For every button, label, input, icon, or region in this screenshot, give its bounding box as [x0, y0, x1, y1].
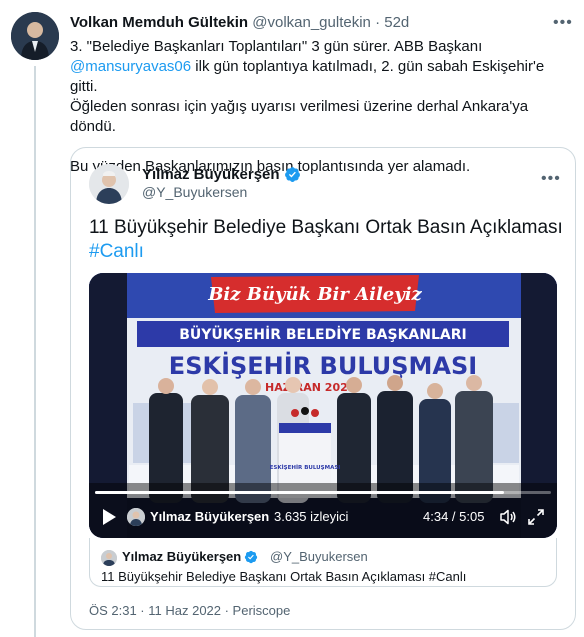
embedded-author-name[interactable]: Yılmaz Büyükerşen [122, 549, 258, 564]
video-progress-bar[interactable] [95, 491, 551, 494]
author-handle[interactable]: @volkan_gultekin [252, 14, 371, 31]
quoted-author-name[interactable]: Yılmaz Büyükerşen [142, 165, 301, 184]
more-horizontal-icon[interactable]: ••• [553, 14, 573, 32]
hashtag-link[interactable]: #Canlı [89, 241, 144, 262]
video-frame: Biz Büyük Bir Aileyiz BÜYÜKŞEHİR BELEDİY… [89, 273, 557, 538]
embedded-text: 11 Büyükşehir Belediye Başkanı Ortak Bas… [101, 569, 467, 584]
video-player[interactable]: Biz Büyük Bir Aileyiz BÜYÜKŞEHİR BELEDİY… [89, 273, 557, 538]
quoted-tweet-card[interactable]: Yılmaz Büyükerşen @Y_Buyukersen ••• 11 B… [70, 147, 576, 630]
video-time: 4:34 / 5:05 [423, 509, 485, 524]
embedded-card[interactable]: Yılmaz Büyükerşen @Y_Buyukersen 11 Büyük… [89, 538, 557, 587]
embedded-author-avatar [101, 550, 117, 566]
embedded-author-handle[interactable]: @Y_Buyukersen [270, 549, 368, 564]
more-horizontal-icon[interactable]: ••• [541, 170, 561, 188]
banner-mid-text: BÜYÜKŞEHİR BELEDİYE BAŞKANLARI [179, 325, 466, 343]
banner-date-text: HAZİRAN 2022 [265, 380, 355, 394]
podium-text: ESKİŞEHİR BULUŞMASI [270, 464, 341, 471]
author-avatar[interactable] [11, 12, 59, 60]
volume-icon[interactable] [499, 508, 517, 526]
separator-dot: · [375, 14, 381, 31]
quoted-text-body: 11 Büyükşehir Belediye Başkanı Ortak Bas… [89, 217, 563, 238]
quoted-author-name-text: Yılmaz Büyükerşen [142, 166, 280, 183]
tweet-text-line: Öğleden sonrası için yağış uyarısı veril… [70, 98, 529, 135]
separator-dot: · [261, 509, 266, 524]
mention-link[interactable]: @mansuryavas06 [70, 58, 191, 75]
video-controls: Yılmaz Büyükerşen · 3.635 izleyici 4:34 … [89, 501, 557, 535]
verified-badge-icon [245, 550, 258, 563]
video-progress-fill [95, 491, 505, 494]
thread-line [34, 66, 36, 637]
fullscreen-icon[interactable] [527, 508, 545, 526]
banner-top-text: Biz Büyük Bir Aileyiz [207, 284, 422, 305]
quoted-author-handle[interactable]: @Y_Buyukersen [142, 183, 247, 202]
tweet-header: Volkan Memduh Gültekin @volkan_gultekin … [70, 13, 409, 33]
tweet-time[interactable]: 52d [384, 14, 409, 31]
author-name[interactable]: Volkan Memduh Gültekin [70, 14, 248, 31]
embedded-author-name-text: Yılmaz Büyükerşen [122, 549, 242, 564]
verified-badge-icon [284, 167, 300, 182]
quoted-tweet-meta[interactable]: ÖS 2:31 · 11 Haz 2022 · Periscope [89, 603, 290, 618]
play-icon[interactable] [101, 508, 117, 526]
broadcaster-avatar [127, 508, 145, 526]
broadcaster-name[interactable]: Yılmaz Büyükerşen [150, 509, 269, 524]
quoted-tweet-text: 11 Büyükşehir Belediye Başkanı Ortak Bas… [89, 216, 564, 264]
banner-main-text: ESKİŞEHİR BULUŞMASI [169, 351, 477, 380]
viewer-count: 3.635 izleyici [274, 509, 349, 524]
quoted-author-avatar[interactable] [89, 164, 129, 204]
tweet-text-line: 3. "Belediye Başkanları Toplantıları" 3 … [70, 38, 483, 55]
